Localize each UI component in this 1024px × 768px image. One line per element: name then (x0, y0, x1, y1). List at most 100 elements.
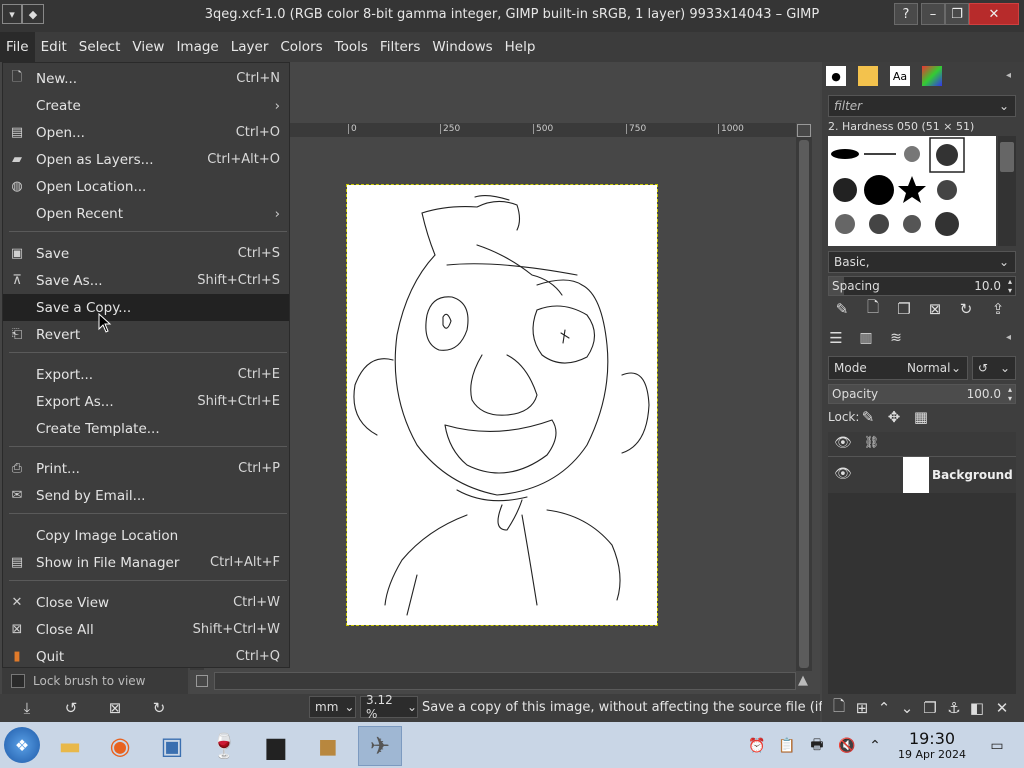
menu-help[interactable]: Help (499, 32, 542, 62)
menu-layer[interactable]: Layer (225, 32, 275, 62)
file-explorer-task-icon[interactable]: ▬ (48, 726, 92, 766)
gimp-task-icon[interactable]: ✈ (358, 726, 402, 766)
menu-item-save-a-copy[interactable]: Save a Copy... (3, 294, 289, 321)
lock-alpha-icon[interactable]: ▦ (911, 407, 931, 427)
layer-row[interactable]: 👁 Background (828, 457, 1016, 493)
layer-mode-select[interactable]: Mode Normal ⌄ (828, 356, 968, 380)
menu-image[interactable]: Image (170, 32, 224, 62)
delete-tool-preset-icon[interactable]: ⊠ (106, 699, 124, 717)
help-button[interactable]: ? (894, 3, 918, 25)
horizontal-ruler[interactable]: 0 250 500 750 1000 (290, 123, 796, 137)
clipboard-icon[interactable]: 📋 (778, 737, 796, 755)
chevron-up-icon[interactable]: ⌃ (866, 737, 884, 755)
new-brush-icon[interactable]: 🗋 (863, 298, 883, 319)
reset-tool-icon[interactable]: ↻ (150, 699, 168, 717)
clock[interactable]: 19:30 19 Apr 2024 (890, 729, 974, 761)
show-desktop-icon[interactable]: ▭ (988, 737, 1006, 755)
spacing-spinner[interactable]: Spacing 10.0 ▴ ▾ (828, 276, 1016, 296)
dock-menu-icon[interactable]: ◂ (1006, 70, 1018, 82)
patterns-tab-icon[interactable] (858, 66, 878, 86)
terminal-task-icon[interactable]: ▆ (254, 726, 298, 766)
menu-item-save-as[interactable]: ⊼ Save As... Shift+Ctrl+S (3, 267, 289, 294)
zoom-select[interactable]: 3.12 % ⌄ (360, 693, 418, 721)
gradients-tab-icon[interactable] (922, 66, 942, 86)
menu-item-revert[interactable]: ⎗ Revert (3, 321, 289, 348)
menu-item-create[interactable]: Create › (3, 92, 289, 119)
brush-filter-input[interactable]: filter ⌄ (828, 95, 1016, 117)
package-manager-task-icon[interactable]: ◼ (306, 726, 350, 766)
raise-layer-icon[interactable]: ⌃ (874, 698, 894, 718)
eye-icon[interactable]: 👁 (834, 466, 852, 482)
layer-name[interactable]: Background (932, 468, 1013, 482)
brush-tag-select[interactable]: Basic, ⌄ (828, 251, 1016, 273)
menu-item-show-in-file-manager[interactable]: ▤ Show in File Manager Ctrl+Alt+F (3, 549, 289, 576)
layer-mode-reset[interactable]: ↺ ⌄ (972, 356, 1016, 380)
paths-tab-icon[interactable]: ≋ (886, 328, 906, 348)
menu-item-save[interactable]: ▣ Save Ctrl+S (3, 240, 289, 267)
menu-item-open-recent[interactable]: Open Recent › (3, 200, 289, 227)
fonts-tab-icon[interactable]: Aa (890, 66, 910, 86)
menu-tools[interactable]: Tools (329, 32, 374, 62)
brushes-tab-icon[interactable]: ● (826, 66, 846, 86)
close-window-button[interactable]: ✕ (969, 3, 1019, 25)
save-tool-preset-icon[interactable]: ⤓ (18, 699, 36, 717)
maximize-button[interactable]: ❐ (945, 3, 969, 25)
navigate-icon[interactable] (797, 124, 811, 137)
menu-item-new[interactable]: 🗋 New... Ctrl+N (3, 65, 289, 92)
duplicate-brush-icon[interactable]: ❐ (894, 299, 914, 319)
menu-item-open-as-layers[interactable]: ▰ Open as Layers... Ctrl+Alt+O (3, 146, 289, 173)
unit-select[interactable]: mm ⌄ (309, 696, 356, 718)
lock-pixels-icon[interactable]: ✎ (858, 407, 878, 427)
delete-brush-icon[interactable]: ⊠ (925, 299, 945, 319)
menu-item-copy-image-location[interactable]: Copy Image Location (3, 522, 289, 549)
alarm-icon[interactable]: ⏰ (748, 737, 766, 755)
volume-muted-icon[interactable]: 🔇 (838, 737, 856, 755)
horizontal-scrollbar[interactable] (214, 672, 796, 690)
menu-select[interactable]: Select (73, 32, 127, 62)
menu-item-close-view[interactable]: ✕ Close View Ctrl+W (3, 589, 289, 616)
brush-grid[interactable] (828, 136, 996, 246)
wine-task-icon[interactable]: 🍷 (202, 726, 246, 766)
menu-filters[interactable]: Filters (374, 32, 426, 62)
restore-tool-preset-icon[interactable]: ↺ (62, 699, 80, 717)
menu-item-send-by-email[interactable]: ✉ Send by Email... (3, 482, 289, 509)
firefox-task-icon[interactable]: ◉ (98, 726, 142, 766)
vertical-scroll-thumb[interactable] (799, 140, 809, 668)
open-brush-icon[interactable]: ⇪ (988, 299, 1008, 319)
network-settings-task-icon[interactable]: ▣ (150, 726, 194, 766)
layers-tab-icon[interactable]: ☰ (826, 328, 846, 348)
duplicate-layer-icon[interactable]: ❐ (920, 698, 940, 718)
brush-grid-scroll-thumb[interactable] (1000, 142, 1014, 172)
lock-brush-checkbox[interactable]: Lock brush to view (2, 668, 188, 694)
quick-mask-icon[interactable] (196, 675, 208, 687)
new-layer-group-icon[interactable]: ⊞ (852, 698, 872, 718)
menu-windows[interactable]: Windows (426, 32, 498, 62)
menu-item-print[interactable]: ⎙ Print... Ctrl+P (3, 455, 289, 482)
menu-item-create-template[interactable]: Create Template... (3, 415, 289, 442)
new-layer-icon[interactable]: 🗋 (829, 697, 849, 718)
start-button[interactable]: ❖ (4, 727, 40, 763)
zoom-window-icon[interactable]: ▲ (798, 674, 812, 688)
menu-item-export-as[interactable]: Export As... Shift+Ctrl+E (3, 388, 289, 415)
menu-colors[interactable]: Colors (274, 32, 328, 62)
lock-position-icon[interactable]: ✥ (884, 407, 904, 427)
dock-menu-icon[interactable]: ◂ (1006, 332, 1018, 344)
edit-brush-icon[interactable]: ✎ (832, 299, 852, 319)
refresh-brushes-icon[interactable]: ↻ (956, 299, 976, 319)
printer-icon[interactable]: 🖶 (808, 737, 826, 755)
delete-layer-icon[interactable]: ✕ (992, 698, 1012, 718)
image-canvas[interactable] (346, 184, 658, 626)
menu-view[interactable]: View (126, 32, 170, 62)
menu-edit[interactable]: Edit (35, 32, 73, 62)
minimize-button[interactable]: – (921, 3, 945, 25)
anchor-layer-icon[interactable]: ⚓ (944, 698, 964, 718)
lower-layer-icon[interactable]: ⌄ (897, 698, 917, 718)
menu-item-quit[interactable]: ▮ Quit Ctrl+Q (3, 643, 289, 670)
opacity-spinner[interactable]: Opacity 100.0 ▴ ▾ (828, 384, 1016, 404)
menu-item-close-all[interactable]: ⊠ Close All Shift+Ctrl+W (3, 616, 289, 643)
menu-file[interactable]: File (0, 32, 35, 62)
menu-item-open-location[interactable]: ◍ Open Location... (3, 173, 289, 200)
menu-item-open[interactable]: ▤ Open... Ctrl+O (3, 119, 289, 146)
layer-mask-icon[interactable]: ◧ (967, 698, 987, 718)
menu-item-export[interactable]: Export... Ctrl+E (3, 361, 289, 388)
